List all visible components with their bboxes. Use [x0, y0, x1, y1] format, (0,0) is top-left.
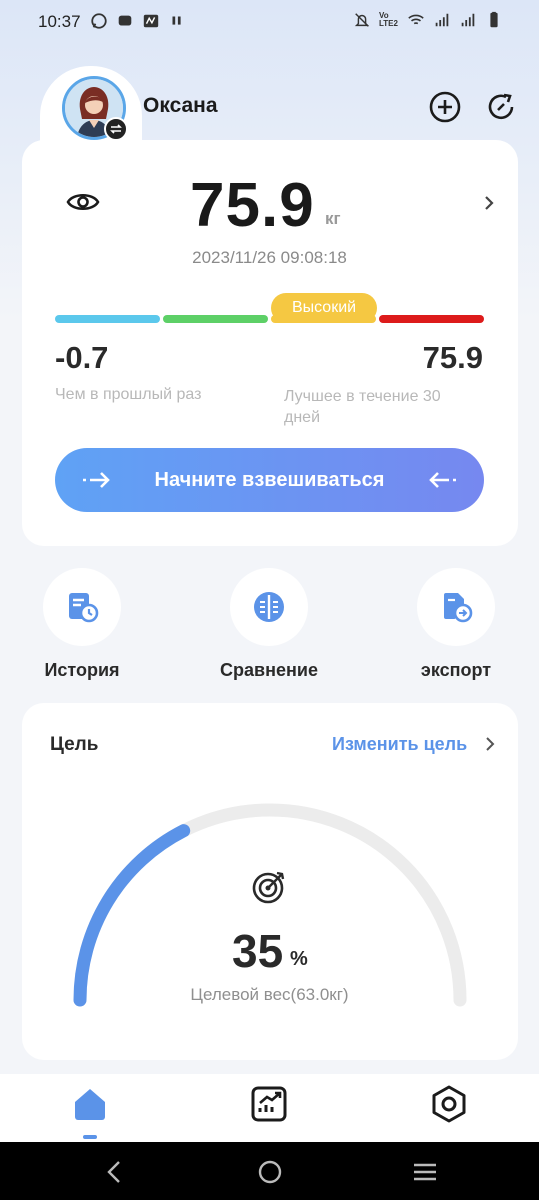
goal-percent: 35 — [232, 925, 284, 977]
home-icon[interactable] — [70, 1084, 110, 1124]
refresh-icon[interactable] — [484, 90, 518, 124]
home-circle-icon[interactable] — [255, 1157, 285, 1187]
eye-icon[interactable] — [66, 188, 100, 216]
trend-chart-icon[interactable] — [249, 1084, 289, 1124]
battery-icon — [490, 11, 498, 28]
chevron-right-icon[interactable] — [484, 736, 496, 752]
target-weight-label: Целевой вес(63.0кг) — [190, 985, 349, 1004]
weight-value: 75.9 — [190, 171, 315, 240]
export-button[interactable] — [417, 568, 495, 646]
measurement-timestamp: 2023/11/26 09:08:18 — [192, 248, 347, 267]
change-label: Чем в прошлый раз — [55, 386, 202, 403]
start-weighing-label: Начните взвешиваться — [154, 468, 385, 491]
wifi-icon — [408, 14, 424, 25]
chevron-right-icon[interactable] — [482, 194, 496, 212]
volte-icon: Vo LTE2 — [379, 11, 398, 28]
switch-user-button[interactable] — [104, 117, 128, 141]
settings-icon[interactable] — [429, 1084, 469, 1124]
message-icon — [118, 15, 132, 26]
back-icon[interactable] — [99, 1157, 129, 1187]
arrow-left-icon — [429, 472, 456, 488]
weight-unit: кг — [325, 209, 341, 228]
range-bar-normal — [163, 315, 268, 323]
best-label: Лучшее в течение 30 дней — [284, 388, 441, 426]
best-value: 75.9 — [422, 340, 483, 375]
shortcut-label-history: История — [44, 660, 120, 680]
add-circle-icon[interactable] — [428, 90, 462, 124]
pause-icon — [172, 16, 181, 25]
signal-icon — [435, 13, 449, 27]
recents-icon[interactable] — [410, 1157, 440, 1187]
shortcut-label-export: экспорт — [420, 660, 492, 680]
gauge-fill — [73, 824, 191, 1007]
change-value: -0.7 — [55, 340, 109, 375]
status-badge: Высокий — [271, 293, 377, 323]
app-icon — [143, 14, 159, 28]
edit-goal-link[interactable]: Изменить цель — [332, 734, 467, 755]
status-bar: 10:37 Vo LTE2 — [0, 0, 539, 44]
range-bar-very-high — [379, 315, 484, 323]
user-name[interactable]: Оксана — [143, 94, 218, 118]
percent-sign: % — [290, 948, 308, 970]
compare-button[interactable] — [230, 568, 308, 646]
history-button[interactable] — [43, 568, 121, 646]
compare-icon — [254, 592, 284, 622]
whatsapp-icon — [91, 13, 107, 29]
goal-title: Цель — [50, 734, 99, 755]
range-bar-low — [55, 315, 160, 323]
shortcut-label-compare: Сравнение — [220, 660, 318, 680]
target-icon — [252, 871, 285, 904]
history-icon — [69, 593, 99, 623]
signal-icon — [461, 13, 475, 27]
export-icon — [444, 593, 473, 623]
start-weighing-button[interactable]: Начните взвешиваться — [55, 448, 484, 512]
active-tab-indicator — [83, 1135, 97, 1139]
swap-icon — [110, 124, 122, 134]
status-time: 10:37 — [38, 12, 81, 31]
arrow-right-icon — [83, 472, 110, 488]
mute-icon — [354, 13, 370, 27]
